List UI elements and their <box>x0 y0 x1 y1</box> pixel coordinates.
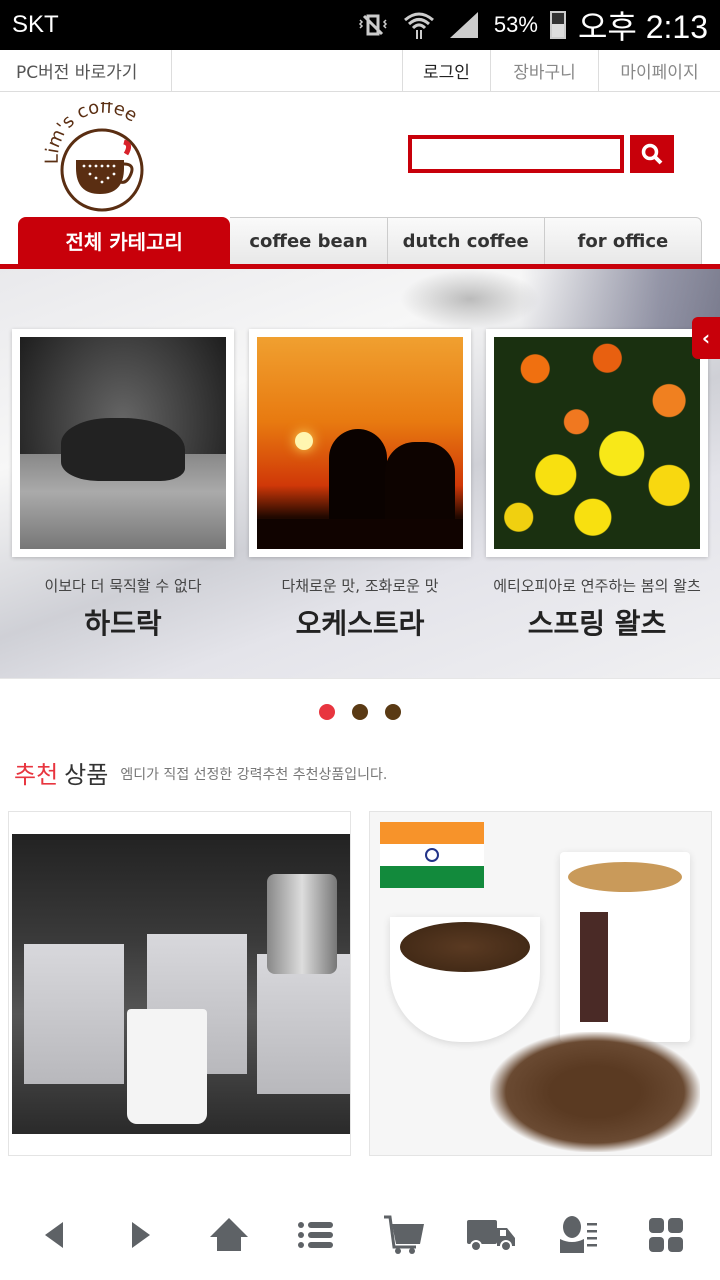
bottom-toolbar <box>0 1190 720 1280</box>
recommended-header: 추천 상품 엠디가 직접 선정한 강력추천 추천상품입니다. <box>0 741 720 799</box>
slide-subtitle: 이보다 더 묵직할 수 없다 <box>44 577 202 595</box>
wifi-icon <box>403 12 434 39</box>
forward-arrow-icon <box>132 1222 151 1248</box>
banner-prev-button[interactable]: ‹ <box>692 317 720 359</box>
chevron-left-icon: ‹ <box>701 326 711 350</box>
pagination-dot-3[interactable] <box>385 704 401 720</box>
status-bar: SKT 53% 오후 2:13 <box>0 0 720 50</box>
home-icon <box>209 1218 248 1251</box>
slide-image-buffalo <box>20 337 226 549</box>
banner-slide[interactable]: 이보다 더 묵직할 수 없다 하드락 <box>12 329 234 642</box>
india-flag <box>380 822 484 888</box>
product-card[interactable] <box>369 811 712 1156</box>
menu-button[interactable] <box>286 1205 346 1265</box>
slide-subtitle: 에티오피아로 연주하는 봄의 왈츠 <box>493 577 701 595</box>
truck-icon <box>467 1220 516 1252</box>
mypage-link[interactable]: 마이페이지 <box>598 50 720 91</box>
top-nav-spacer <box>172 50 402 91</box>
home-button[interactable] <box>199 1205 259 1265</box>
cart-icon <box>383 1215 424 1254</box>
header: Lim's coffee <box>0 92 720 217</box>
pc-version-link[interactable]: PC버전 바로가기 <box>0 50 172 91</box>
slide-subtitle: 다채로운 맛, 조화로운 맛 <box>281 577 439 595</box>
tab-coffee-bean[interactable]: coffee bean <box>230 217 388 264</box>
product-image-india-beans <box>370 812 711 1155</box>
list-icon <box>298 1222 334 1248</box>
forward-button[interactable] <box>111 1205 171 1265</box>
battery-icon <box>549 11 566 39</box>
slide-frame <box>486 329 708 557</box>
pagination-dot-1[interactable] <box>319 704 335 720</box>
lims-coffee-logo[interactable]: Lim's coffee <box>44 102 164 212</box>
slide-title: 스프링 왈츠 <box>527 607 667 640</box>
recommended-description: 엠디가 직접 선정한 강력추천 추천상품입니다. <box>120 767 388 783</box>
logo-text: Lim's coffee <box>44 102 141 164</box>
battery-percent: 53% <box>493 12 538 37</box>
svg-text:Lim's coffee: Lim's coffee <box>44 102 141 164</box>
top-nav: PC버전 바로가기 로그인 장바구니 마이페이지 <box>0 50 720 92</box>
recommended-title: 상품 <box>64 760 109 789</box>
banner-background <box>400 269 540 329</box>
more-button[interactable] <box>636 1205 696 1265</box>
slide-frame <box>249 329 471 557</box>
search-input[interactable] <box>408 135 624 173</box>
search-icon <box>641 143 663 165</box>
recommended-title-highlight: 추천 <box>14 760 59 789</box>
signal-icon <box>449 12 478 38</box>
tab-all-categories[interactable]: 전체 카테고리 <box>18 217 231 264</box>
clock: 오후 2:13 <box>577 9 708 45</box>
mypage-button[interactable] <box>549 1205 609 1265</box>
slide-frame <box>12 329 234 557</box>
tab-dutch-coffee[interactable]: dutch coffee <box>387 217 545 264</box>
slide-title: 오케스트라 <box>295 607 425 640</box>
carrier-label: SKT <box>12 11 59 38</box>
slide-title: 하드락 <box>84 607 162 640</box>
tab-for-office[interactable]: for office <box>544 217 702 264</box>
grid-icon <box>649 1218 684 1252</box>
banner-carousel[interactable]: 이보다 더 묵직할 수 없다 하드락 다채로운 맛, 조화로운 맛 오케스트라 … <box>0 269 720 679</box>
slide-image-sunset <box>257 337 463 549</box>
login-link[interactable]: 로그인 <box>402 50 490 91</box>
product-image-drip-bag <box>12 834 350 1134</box>
vibrate-mute-icon <box>358 14 387 36</box>
back-button[interactable] <box>24 1205 84 1265</box>
slide-image-flowers <box>494 337 700 549</box>
delivery-button[interactable] <box>461 1205 521 1265</box>
carousel-pagination <box>0 679 720 741</box>
user-icon <box>559 1216 597 1253</box>
search-button[interactable] <box>630 135 674 173</box>
product-grid <box>0 799 720 1156</box>
product-card[interactable] <box>8 811 351 1156</box>
banner-slide[interactable]: 에티오피아로 연주하는 봄의 왈츠 스프링 왈츠 <box>486 329 708 642</box>
cart-button[interactable] <box>374 1205 434 1265</box>
cart-link[interactable]: 장바구니 <box>490 50 598 91</box>
pagination-dot-2[interactable] <box>352 704 368 720</box>
back-arrow-icon <box>44 1222 63 1248</box>
banner-slide[interactable]: 다채로운 맛, 조화로운 맛 오케스트라 <box>249 329 471 642</box>
category-tabs: 전체 카테고리 coffee bean dutch coffee for off… <box>0 217 720 269</box>
